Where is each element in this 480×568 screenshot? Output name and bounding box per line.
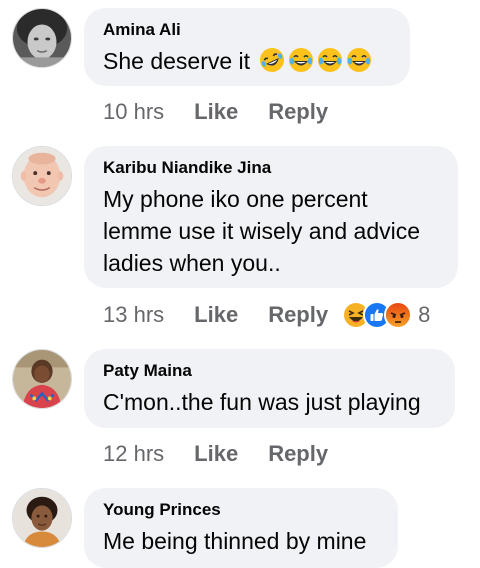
comment-text: Me being thinned by mine <box>103 528 367 554</box>
comment-text: She deserve it <box>103 45 390 77</box>
avatar[interactable] <box>12 488 72 548</box>
comment-timestamp[interactable]: 13 hrs <box>103 302 164 328</box>
reaction-summary[interactable]: 8 <box>342 301 430 329</box>
like-button[interactable]: Like <box>194 302 238 328</box>
like-button[interactable]: Like <box>194 441 238 467</box>
like-button[interactable]: Like <box>194 99 238 125</box>
comment-bubble: Young Princes Me being thinned by mine <box>84 488 398 568</box>
reply-button[interactable]: Reply <box>268 99 328 125</box>
tears-of-joy-emoji-icon <box>317 47 343 73</box>
comment-author[interactable]: Karibu Niandike Jina <box>103 158 438 178</box>
comment-bubble: Amina Ali She deserve it <box>84 8 410 86</box>
comment-bubble: Paty Maina C'mon..the fun was just playi… <box>84 349 455 428</box>
comment-author[interactable]: Paty Maina <box>103 361 435 381</box>
reaction-count: 8 <box>418 302 431 327</box>
comment-text-line: ladies when you.. <box>103 250 281 276</box>
comment-text-content: She deserve it <box>103 48 251 74</box>
comment-timestamp[interactable]: 10 hrs <box>103 99 164 125</box>
comment-actions: 13 hrs Like Reply 8 <box>103 300 430 330</box>
reply-button[interactable]: Reply <box>268 441 328 467</box>
comment-text: My phone iko one percent lemme use it wi… <box>103 183 438 279</box>
comment-timestamp[interactable]: 12 hrs <box>103 441 164 467</box>
tears-of-joy-emoji-icon <box>346 47 372 73</box>
comment-actions: 10 hrs Like Reply <box>103 97 328 127</box>
comment-actions: 12 hrs Like Reply <box>103 439 328 469</box>
comment-bubble: Karibu Niandike Jina My phone iko one pe… <box>84 146 458 288</box>
reply-button[interactable]: Reply <box>268 302 328 328</box>
comment-text: C'mon..the fun was just playing <box>103 389 421 415</box>
avatar[interactable] <box>12 8 72 68</box>
comment-text-line: My phone iko one percent <box>103 186 368 212</box>
angry-reaction-icon <box>384 301 413 329</box>
comment-author[interactable]: Young Princes <box>103 500 378 520</box>
tears-of-joy-emoji-icon <box>288 47 314 73</box>
avatar[interactable] <box>12 349 72 409</box>
comment-text-line: lemme use it wisely and advice <box>103 218 421 244</box>
avatar[interactable] <box>12 146 72 206</box>
comment-author[interactable]: Amina Ali <box>103 20 390 40</box>
rolling-laughing-emoji-icon <box>259 47 285 73</box>
